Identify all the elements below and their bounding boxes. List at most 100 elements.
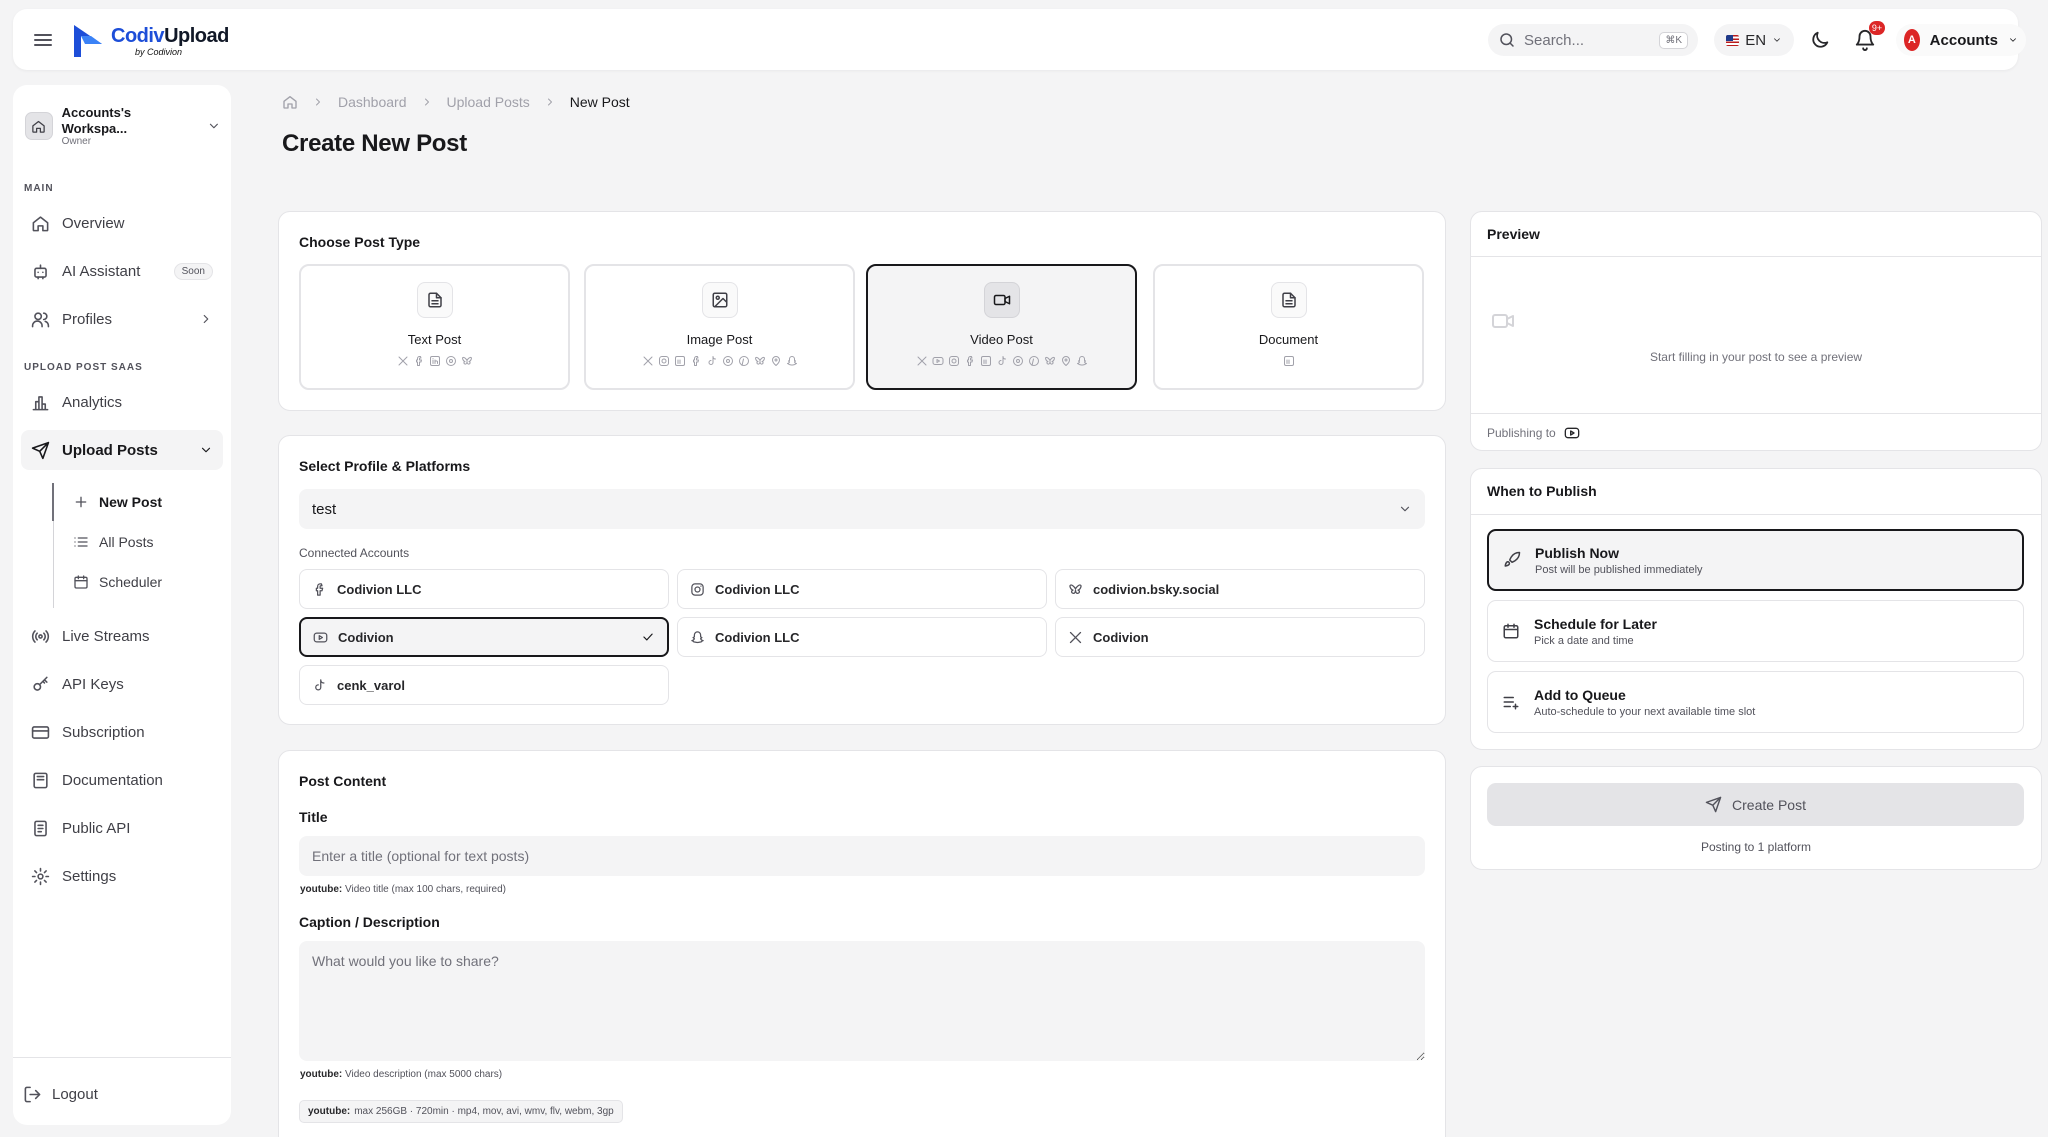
post-type-document[interactable]: Document [1153, 264, 1424, 390]
sidebar-item-live-streams[interactable]: Live Streams [21, 616, 223, 656]
avatar: A [1904, 29, 1920, 51]
account-label: Accounts [1929, 31, 1999, 49]
account-tiktok[interactable]: cenk_varol [299, 665, 669, 705]
section-label-main: MAIN [24, 183, 54, 194]
youtube-icon [1564, 425, 1580, 441]
language-label: EN [1745, 31, 1767, 49]
sidebar-subitem-scheduler[interactable]: Scheduler [65, 563, 215, 601]
media-limits-hint: youtube: max 256GB · 720min · mp4, mov, a… [299, 1100, 623, 1123]
sidebar-subitem-new-post[interactable]: New Post [65, 483, 215, 521]
profile-select[interactable]: test [299, 489, 1425, 529]
account-x[interactable]: Codivion [1055, 617, 1425, 657]
threads-icon [722, 355, 734, 367]
home-icon[interactable] [282, 94, 298, 110]
app-logo[interactable]: CodivUpload by Codivion [71, 22, 229, 60]
robot-icon [31, 262, 50, 281]
logout-icon [23, 1085, 42, 1104]
sidebar-subitem-label: All Posts [99, 534, 154, 550]
account-youtube[interactable]: Codivion [299, 617, 669, 657]
broadcast-icon [31, 627, 50, 646]
threads-icon [1012, 355, 1024, 367]
x-icon [916, 355, 928, 367]
plus-icon [73, 494, 89, 510]
logout-button[interactable]: Logout [13, 1074, 215, 1114]
account-facebook[interactable]: Codivion LLC [299, 569, 669, 609]
supported-platforms [642, 355, 798, 367]
post-type-label: Document [1258, 332, 1319, 347]
publish-now-option[interactable]: Publish Now Post will be published immedi… [1487, 529, 2024, 591]
account-bluesky[interactable]: codivion.bsky.social [1055, 569, 1425, 609]
breadcrumb-dashboard[interactable]: Dashboard [338, 94, 407, 110]
account-name: codivion.bsky.social [1093, 581, 1220, 597]
page-title: Create New Post [282, 130, 467, 157]
profile-title: Select Profile & Platforms [299, 458, 471, 474]
file-text-icon [426, 291, 444, 309]
account-instagram[interactable]: Codivion LLC [677, 569, 1047, 609]
tiktok-icon [312, 678, 327, 693]
sidebar-subitem-all-posts[interactable]: All Posts [65, 523, 215, 561]
sidebar-item-profiles[interactable]: Profiles [21, 299, 223, 339]
sidebar-item-label: Settings [62, 867, 117, 885]
divider [1471, 413, 2041, 414]
sidebar-item-analytics[interactable]: Analytics [21, 382, 223, 422]
sidebar-item-label: AI Assistant [62, 262, 141, 280]
sidebar-item-upload-posts[interactable]: Upload Posts [21, 430, 223, 470]
account-name: Codivion [1093, 629, 1149, 645]
post-type-label: Image Post [686, 332, 753, 347]
sidebar-item-ai-assistant[interactable]: AI Assistant Soon [21, 251, 223, 291]
schedule-later-option[interactable]: Schedule for Later Pick a date and time [1487, 600, 2024, 662]
sidebar-item-api-keys[interactable]: API Keys [21, 664, 223, 704]
account-name: Codivion LLC [337, 581, 422, 597]
preview-card [1470, 211, 2042, 451]
search-icon [1498, 31, 1516, 49]
account-menu[interactable]: A Accounts [1896, 24, 2026, 56]
post-type-video[interactable]: Video Post [866, 264, 1137, 390]
facebook-icon [964, 355, 976, 367]
bluesky-icon [754, 355, 766, 367]
submenu-active-indicator [52, 483, 54, 521]
document-icon [1280, 291, 1298, 309]
add-to-queue-option[interactable]: Add to Queue Auto-schedule to your next a… [1487, 671, 2024, 733]
sidebar-item-public-api[interactable]: Public API [21, 808, 223, 848]
sidebar-item-subscription[interactable]: Subscription [21, 712, 223, 752]
sidebar-item-label: Public API [62, 819, 131, 837]
sidebar-item-label: API Keys [62, 675, 124, 693]
chevron-right-icon [544, 96, 556, 108]
x-icon [397, 355, 409, 367]
post-type-label: Text Post [407, 332, 462, 347]
option-subtitle: Auto-schedule to your next available tim… [1534, 705, 1756, 718]
post-type-image[interactable]: Image Post [584, 264, 855, 390]
breadcrumb-upload-posts[interactable]: Upload Posts [447, 94, 530, 110]
sidebar-subitem-label: Scheduler [99, 574, 163, 590]
post-type-text[interactable]: Text Post [299, 264, 570, 390]
soon-badge: Soon [173, 262, 213, 280]
caption-textarea[interactable] [299, 941, 1425, 1061]
key-icon [31, 675, 50, 694]
top-bar: CodivUpload by Codivion Search... ⌘K EN … [13, 9, 2026, 70]
check-icon [641, 630, 655, 644]
account-snapchat[interactable]: Codivion LLC [677, 617, 1047, 657]
divider [1471, 256, 2041, 257]
search-bar[interactable]: Search... ⌘K [1488, 24, 1698, 56]
menu-icon[interactable] [31, 28, 55, 52]
title-input[interactable] [299, 836, 1425, 876]
bluesky-icon [1068, 582, 1083, 597]
caption-label: Caption / Description [299, 914, 440, 930]
workspace-switcher[interactable]: Accounts's Workspa... Owner [25, 105, 221, 147]
option-subtitle: Post will be published immediately [1535, 563, 1703, 576]
account-name: Codivion LLC [715, 629, 800, 645]
sidebar-item-overview[interactable]: Overview [21, 203, 223, 243]
hint-platform: youtube: [300, 1069, 343, 1080]
tiktok-icon [996, 355, 1008, 367]
language-selector[interactable]: EN [1714, 24, 1794, 56]
linkedin-icon [429, 355, 441, 367]
theme-toggle-moon-icon[interactable] [1809, 29, 1831, 51]
breadcrumb-current: New Post [569, 94, 630, 110]
sidebar-item-settings[interactable]: Settings [21, 856, 223, 896]
sidebar-item-documentation[interactable]: Documentation [21, 760, 223, 800]
bluesky-icon [461, 355, 473, 367]
hint-text: Video title (max 100 chars, required) [345, 884, 507, 895]
title-hint: youtube: Video title (max 100 chars, req… [300, 884, 506, 895]
hint-text: Video description (max 5000 chars) [345, 1069, 503, 1080]
create-post-button[interactable]: Create Post [1487, 783, 2024, 826]
